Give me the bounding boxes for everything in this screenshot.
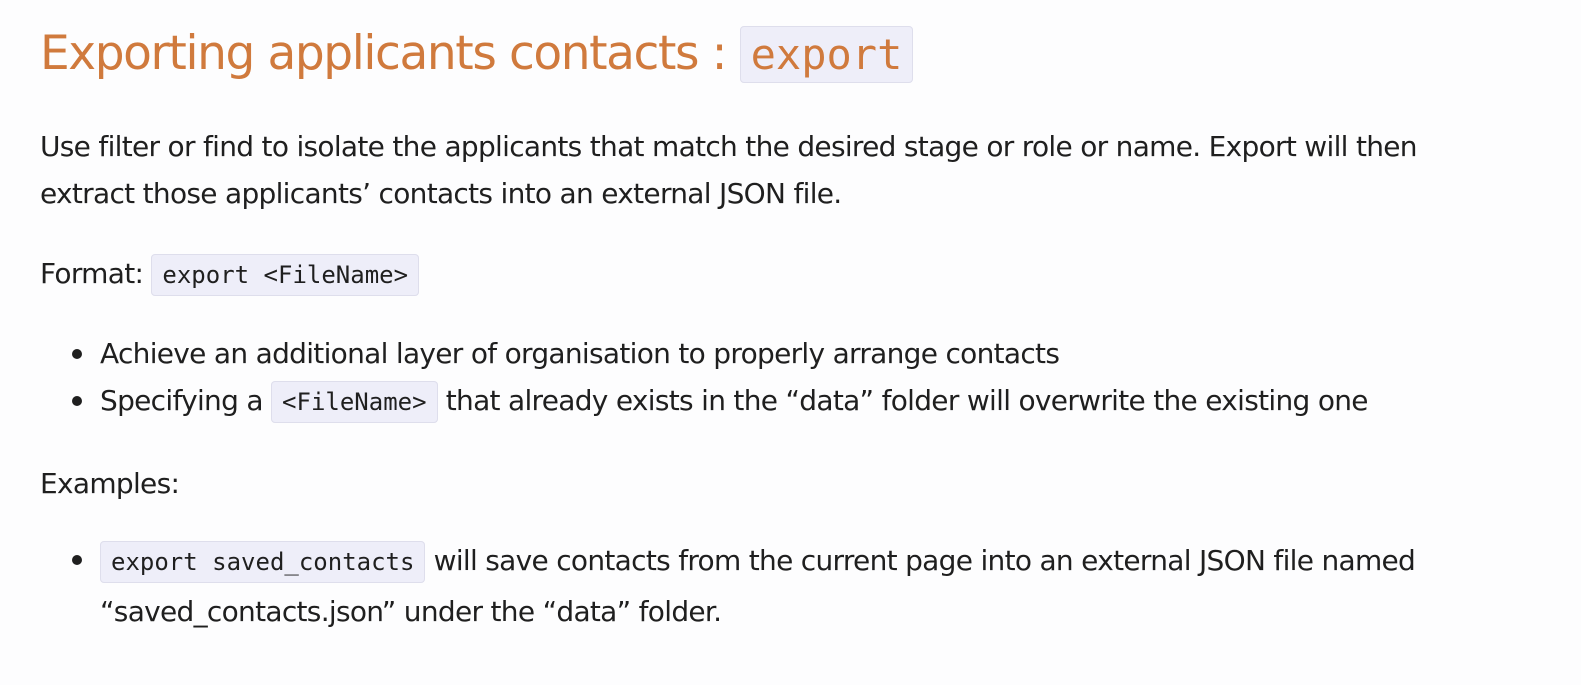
intro-line-2: extract those applicants’ contacts into … bbox=[40, 177, 842, 210]
example-command-code: export saved_contacts bbox=[100, 541, 426, 583]
examples-list: export saved_contacts will save contacts… bbox=[40, 536, 1541, 637]
list-item: export saved_contacts will save contacts… bbox=[72, 536, 1541, 637]
filename-code: <FileName> bbox=[271, 381, 438, 423]
bullet-icon bbox=[72, 396, 82, 406]
examples-heading: Examples: bbox=[40, 467, 180, 500]
intro-paragraph: Use filter or find to isolate the applic… bbox=[40, 123, 1541, 217]
list-item: Achieve an additional layer of organisat… bbox=[72, 330, 1541, 377]
intro-line-1: Use filter or find to isolate the applic… bbox=[40, 130, 1418, 163]
page-title-text: Exporting applicants contacts : bbox=[40, 26, 740, 81]
format-code: export <FileName> bbox=[151, 254, 420, 296]
note-2-text-after: that already exists in the “data” folder… bbox=[437, 384, 1369, 417]
bullet-icon bbox=[72, 555, 82, 565]
title-command-code: export bbox=[739, 26, 914, 83]
example-1-text-line-1: will save contacts from the current page… bbox=[425, 544, 1416, 577]
document-page: Exporting applicants contacts : export U… bbox=[0, 0, 1581, 685]
notes-list: Achieve an additional layer of organisat… bbox=[40, 330, 1541, 426]
page-title: Exporting applicants contacts : export bbox=[40, 22, 1541, 87]
format-label: Format: bbox=[40, 257, 152, 290]
list-item: Specifying a <FileName> that already exi… bbox=[72, 377, 1541, 426]
note-1-text: Achieve an additional layer of organisat… bbox=[100, 337, 1060, 370]
bullet-icon bbox=[72, 349, 82, 359]
note-2-text-before: Specifying a bbox=[100, 384, 272, 417]
example-1-text-line-2: “saved_contacts.json” under the “data” f… bbox=[100, 595, 722, 628]
format-line: Format: export <FileName> bbox=[40, 250, 1541, 299]
